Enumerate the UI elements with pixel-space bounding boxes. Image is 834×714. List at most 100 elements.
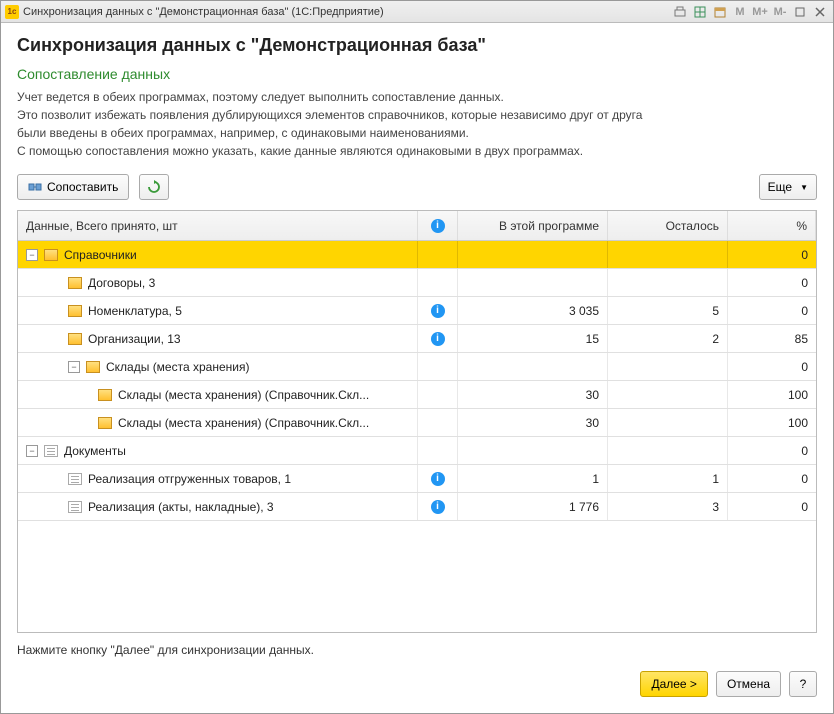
table-row[interactable]: Реализация (акты, накладные), 3i1 77630	[18, 493, 816, 521]
info-icon[interactable]: i	[431, 332, 445, 346]
cell-data: Склады (места хранения) (Справочник.Скл.…	[18, 381, 418, 408]
catalog-icon	[98, 417, 112, 429]
m-plus-icon[interactable]: M+	[751, 4, 769, 20]
refresh-icon	[147, 180, 161, 194]
table-row[interactable]: Организации, 13i15285	[18, 325, 816, 353]
cell-left: 1	[608, 465, 728, 492]
chevron-down-icon: ▼	[800, 183, 808, 192]
cell-program	[458, 353, 608, 380]
row-label: Номенклатура, 5	[88, 304, 182, 318]
cell-pct: 0	[728, 493, 816, 520]
row-label: Склады (места хранения) (Справочник.Скл.…	[118, 416, 369, 430]
col-header-data[interactable]: Данные, Всего принято, шт	[18, 211, 418, 240]
row-label: Склады (места хранения)	[106, 360, 249, 374]
match-button[interactable]: Сопоставить	[17, 174, 129, 200]
cell-info: i	[418, 465, 458, 492]
cell-left	[608, 241, 728, 268]
col-header-left[interactable]: Осталось	[608, 211, 728, 240]
cell-pct: 0	[728, 269, 816, 296]
table-row[interactable]: − Справочники 0	[18, 241, 816, 269]
cell-info: i	[418, 493, 458, 520]
catalog-icon	[44, 249, 58, 261]
m-icon[interactable]: M	[731, 4, 749, 20]
document-icon	[44, 445, 58, 457]
info-icon[interactable]: i	[431, 500, 445, 514]
minimize-icon[interactable]	[791, 4, 809, 20]
row-label: Организации, 13	[88, 332, 181, 346]
cell-info	[418, 381, 458, 408]
cell-program: 30	[458, 381, 608, 408]
catalog-icon	[98, 389, 112, 401]
col-header-info[interactable]: i	[418, 211, 458, 240]
cancel-button[interactable]: Отмена	[716, 671, 781, 697]
cell-info	[418, 269, 458, 296]
cell-program: 1	[458, 465, 608, 492]
cell-pct: 100	[728, 409, 816, 436]
cell-data: Склады (места хранения) (Справочник.Скл.…	[18, 409, 418, 436]
description-line: С помощью сопоставления можно указать, к…	[17, 142, 817, 160]
toolbar: Сопоставить Еще ▼	[17, 174, 817, 200]
cell-left: 2	[608, 325, 728, 352]
row-label: Реализация отгруженных товаров, 1	[88, 472, 291, 486]
expand-toggle[interactable]: −	[68, 361, 80, 373]
table-row[interactable]: Склады (места хранения) (Справочник.Скл.…	[18, 409, 816, 437]
cell-program	[458, 269, 608, 296]
row-label: Справочники	[64, 248, 137, 262]
row-label: Документы	[64, 444, 126, 458]
col-header-pct[interactable]: %	[728, 211, 816, 240]
cell-data: Реализация отгруженных товаров, 1	[18, 465, 418, 492]
footer-hint: Нажмите кнопку "Далее" для синхронизации…	[17, 643, 817, 657]
row-label: Склады (места хранения) (Справочник.Скл.…	[118, 388, 369, 402]
footer: Нажмите кнопку "Далее" для синхронизации…	[17, 633, 817, 701]
cell-data: − Склады (места хранения)	[18, 353, 418, 380]
cell-program	[458, 241, 608, 268]
cell-pct: 0	[728, 437, 816, 464]
table-row[interactable]: Договоры, 3 0	[18, 269, 816, 297]
cell-program	[458, 437, 608, 464]
m-minus-icon[interactable]: M-	[771, 4, 789, 20]
cell-data: Реализация (акты, накладные), 3	[18, 493, 418, 520]
info-icon[interactable]: i	[431, 304, 445, 318]
cell-data: Номенклатура, 5	[18, 297, 418, 324]
match-icon	[28, 180, 42, 194]
table-row[interactable]: − Документы 0	[18, 437, 816, 465]
catalog-icon	[86, 361, 100, 373]
cell-info: i	[418, 297, 458, 324]
print-icon[interactable]	[671, 4, 689, 20]
refresh-button[interactable]	[139, 174, 169, 200]
cell-info: i	[418, 325, 458, 352]
close-icon[interactable]	[811, 4, 829, 20]
next-button[interactable]: Далее >	[640, 671, 708, 697]
match-button-label: Сопоставить	[47, 180, 118, 194]
table-row[interactable]: −Склады (места хранения)0	[18, 353, 816, 381]
cell-pct: 0	[728, 241, 816, 268]
cell-pct: 85	[728, 325, 816, 352]
col-header-program[interactable]: В этой программе	[458, 211, 608, 240]
table-row[interactable]: Номенклатура, 5i3 03550	[18, 297, 816, 325]
description-line: Учет ведется в обеих программах, поэтому…	[17, 88, 817, 106]
app-icon: 1c	[5, 5, 19, 19]
expand-toggle[interactable]: −	[26, 445, 38, 457]
cell-left	[608, 353, 728, 380]
cell-info	[418, 409, 458, 436]
grid-icon[interactable]	[691, 4, 709, 20]
more-button[interactable]: Еще ▼	[759, 174, 817, 200]
calendar-icon[interactable]	[711, 4, 729, 20]
info-icon: i	[431, 219, 445, 233]
table-row[interactable]: Склады (места хранения) (Справочник.Скл.…	[18, 381, 816, 409]
description-line: Это позволит избежать появления дублирую…	[17, 106, 817, 124]
catalog-icon	[68, 277, 82, 289]
help-button[interactable]: ?	[789, 671, 817, 697]
document-icon	[68, 501, 82, 513]
cell-program: 30	[458, 409, 608, 436]
cell-program: 3 035	[458, 297, 608, 324]
cell-data: Организации, 13	[18, 325, 418, 352]
row-label: Договоры, 3	[88, 276, 155, 290]
info-icon[interactable]: i	[431, 472, 445, 486]
cell-left	[608, 437, 728, 464]
expand-toggle[interactable]: −	[26, 249, 38, 261]
document-icon	[68, 473, 82, 485]
table-row[interactable]: Реализация отгруженных товаров, 1i110	[18, 465, 816, 493]
table-header: Данные, Всего принято, шт i В этой прогр…	[18, 211, 816, 241]
cell-info	[418, 241, 458, 268]
